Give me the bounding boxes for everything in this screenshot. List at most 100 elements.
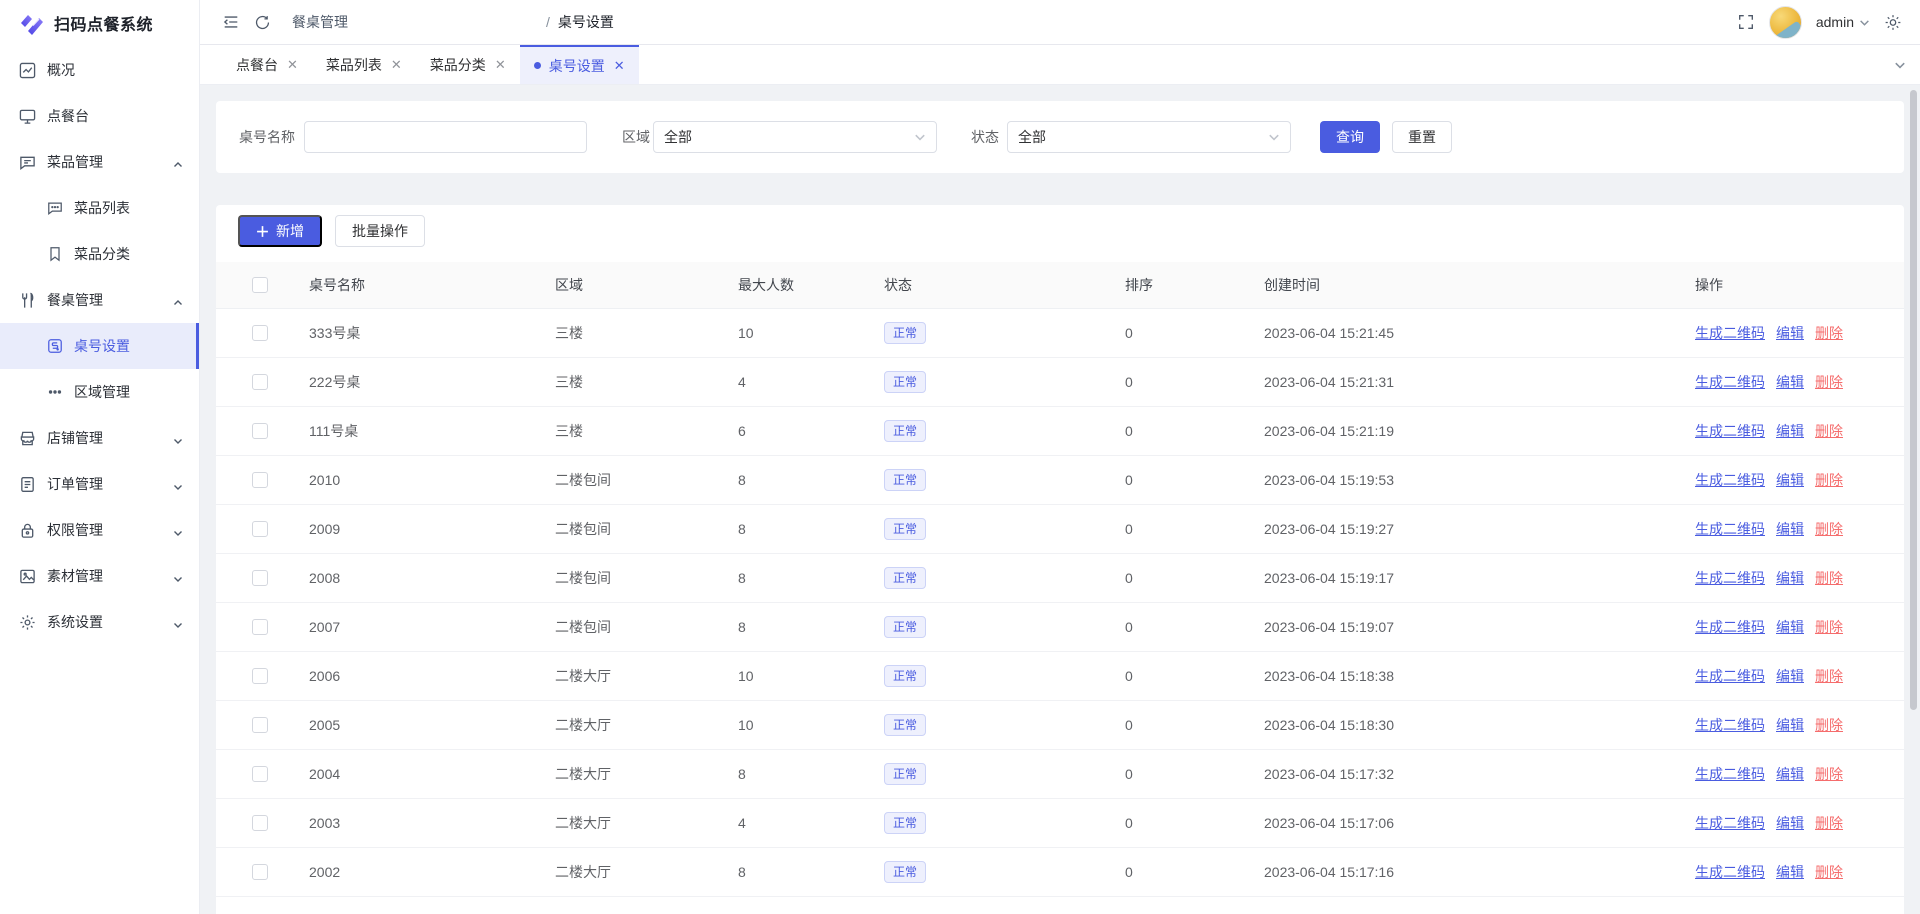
sidebar-item-system-settings[interactable]: 系统设置 <box>0 599 199 645</box>
generate-qrcode-link[interactable]: 生成二维码 <box>1695 862 1765 882</box>
column-header-name: 桌号名称 <box>293 275 539 295</box>
row-checkbox[interactable] <box>252 374 268 390</box>
row-checkbox[interactable] <box>252 472 268 488</box>
close-icon[interactable]: ✕ <box>614 59 625 72</box>
refresh-icon[interactable] <box>254 13 272 31</box>
tab-label: 菜品列表 <box>326 55 382 75</box>
tab-order-station[interactable]: 点餐台 ✕ <box>222 45 312 84</box>
tab-table-number-settings[interactable]: 桌号设置 ✕ <box>520 45 639 84</box>
delete-link[interactable]: 删除 <box>1815 862 1843 882</box>
area-select[interactable]: 全部 <box>653 121 937 153</box>
delete-link[interactable]: 删除 <box>1815 519 1843 539</box>
row-checkbox[interactable] <box>252 423 268 439</box>
cell-created-time: 2023-06-04 15:19:07 <box>1248 619 1679 635</box>
generate-qrcode-link[interactable]: 生成二维码 <box>1695 421 1765 441</box>
sidebar-item-table-number-settings[interactable]: 桌号设置 <box>0 323 199 369</box>
generate-qrcode-link[interactable]: 生成二维码 <box>1695 617 1765 637</box>
search-button[interactable]: 查询 <box>1320 121 1380 153</box>
close-icon[interactable]: ✕ <box>287 58 298 71</box>
reset-button[interactable]: 重置 <box>1392 121 1452 153</box>
settings-gear-icon[interactable] <box>1884 13 1902 31</box>
user-menu[interactable]: admin <box>1816 14 1870 30</box>
cell-sort: 0 <box>1109 668 1248 684</box>
generate-qrcode-link[interactable]: 生成二维码 <box>1695 715 1765 735</box>
table-row: 111号桌 三楼 6 正常 0 2023-06-04 15:21:19 生成二维… <box>216 407 1904 456</box>
edit-link[interactable]: 编辑 <box>1776 372 1804 392</box>
cell-actions: 生成二维码 编辑 删除 <box>1679 715 1904 735</box>
sidebar-item-shop-management[interactable]: 店铺管理 <box>0 415 199 461</box>
sidebar-item-table-management[interactable]: 餐桌管理 <box>0 277 199 323</box>
sidebar-item-dish-list[interactable]: 菜品列表 <box>0 185 199 231</box>
edit-link[interactable]: 编辑 <box>1776 813 1804 833</box>
row-checkbox[interactable] <box>252 325 268 341</box>
tab-dish-list[interactable]: 菜品列表 ✕ <box>312 45 416 84</box>
delete-link[interactable]: 删除 <box>1815 813 1843 833</box>
fullscreen-icon[interactable] <box>1737 13 1755 31</box>
cell-actions: 生成二维码 编辑 删除 <box>1679 813 1904 833</box>
generate-qrcode-link[interactable]: 生成二维码 <box>1695 813 1765 833</box>
sidebar-item-dish-management[interactable]: 菜品管理 <box>0 139 199 185</box>
row-checkbox[interactable] <box>252 619 268 635</box>
sidebar-item-order-station[interactable]: 点餐台 <box>0 93 199 139</box>
edit-link[interactable]: 编辑 <box>1776 568 1804 588</box>
edit-link[interactable]: 编辑 <box>1776 519 1804 539</box>
edit-link[interactable]: 编辑 <box>1776 617 1804 637</box>
batch-operation-button[interactable]: 批量操作 <box>335 215 425 247</box>
generate-qrcode-link[interactable]: 生成二维码 <box>1695 519 1765 539</box>
delete-link[interactable]: 删除 <box>1815 617 1843 637</box>
table-header-row: 桌号名称 区域 最大人数 状态 排序 创建时间 操作 <box>216 262 1904 309</box>
collapse-sidebar-icon[interactable] <box>222 13 240 31</box>
sidebar-item-dish-category[interactable]: 菜品分类 <box>0 231 199 277</box>
sidebar-item-label: 菜品列表 <box>74 198 130 218</box>
generate-qrcode-link[interactable]: 生成二维码 <box>1695 764 1765 784</box>
edit-link[interactable]: 编辑 <box>1776 666 1804 686</box>
table-name-input[interactable] <box>304 121 587 153</box>
cell-area: 二楼大厅 <box>539 862 722 882</box>
edit-link[interactable]: 编辑 <box>1776 764 1804 784</box>
row-checkbox[interactable] <box>252 521 268 537</box>
generate-qrcode-link[interactable]: 生成二维码 <box>1695 470 1765 490</box>
cell-area: 二楼包间 <box>539 470 722 490</box>
status-select[interactable]: 全部 <box>1007 121 1291 153</box>
generate-qrcode-link[interactable]: 生成二维码 <box>1695 568 1765 588</box>
add-button[interactable]: 新增 <box>238 215 322 247</box>
tabs-more-chevron-icon[interactable] <box>1880 45 1920 84</box>
delete-link[interactable]: 删除 <box>1815 470 1843 490</box>
sidebar-item-order-management[interactable]: 订单管理 <box>0 461 199 507</box>
edit-link[interactable]: 编辑 <box>1776 323 1804 343</box>
sidebar-item-area-management[interactable]: 区域管理 <box>0 369 199 415</box>
delete-link[interactable]: 删除 <box>1815 568 1843 588</box>
edit-link[interactable]: 编辑 <box>1776 862 1804 882</box>
row-checkbox[interactable] <box>252 766 268 782</box>
generate-qrcode-link[interactable]: 生成二维码 <box>1695 372 1765 392</box>
generate-qrcode-link[interactable]: 生成二维码 <box>1695 323 1765 343</box>
row-checkbox[interactable] <box>252 570 268 586</box>
delete-link[interactable]: 删除 <box>1815 715 1843 735</box>
edit-link[interactable]: 编辑 <box>1776 421 1804 441</box>
row-checkbox[interactable] <box>252 864 268 880</box>
sidebar-item-label: 素材管理 <box>47 566 103 586</box>
vertical-scrollbar[interactable] <box>1910 90 1917 710</box>
close-icon[interactable]: ✕ <box>391 58 402 71</box>
delete-link[interactable]: 删除 <box>1815 764 1843 784</box>
edit-link[interactable]: 编辑 <box>1776 470 1804 490</box>
edit-link[interactable]: 编辑 <box>1776 715 1804 735</box>
row-checkbox[interactable] <box>252 815 268 831</box>
breadcrumb-parent[interactable]: 餐桌管理 <box>292 12 538 32</box>
sidebar-item-permission-management[interactable]: 权限管理 <box>0 507 199 553</box>
sidebar: 扫码点餐系统 概况 点餐台 菜品管理 菜品列表 菜品分类 餐桌管理 <box>0 0 200 914</box>
row-checkbox[interactable] <box>252 717 268 733</box>
generate-qrcode-link[interactable]: 生成二维码 <box>1695 666 1765 686</box>
tab-dish-category[interactable]: 菜品分类 ✕ <box>416 45 520 84</box>
sidebar-item-overview[interactable]: 概况 <box>0 47 199 93</box>
delete-link[interactable]: 删除 <box>1815 666 1843 686</box>
delete-link[interactable]: 删除 <box>1815 323 1843 343</box>
row-checkbox[interactable] <box>252 668 268 684</box>
close-icon[interactable]: ✕ <box>495 58 506 71</box>
avatar[interactable] <box>1769 6 1802 39</box>
delete-link[interactable]: 删除 <box>1815 421 1843 441</box>
select-all-checkbox[interactable] <box>252 277 268 293</box>
cell-created-time: 2023-06-04 15:17:16 <box>1248 864 1679 880</box>
sidebar-item-asset-management[interactable]: 素材管理 <box>0 553 199 599</box>
delete-link[interactable]: 删除 <box>1815 372 1843 392</box>
